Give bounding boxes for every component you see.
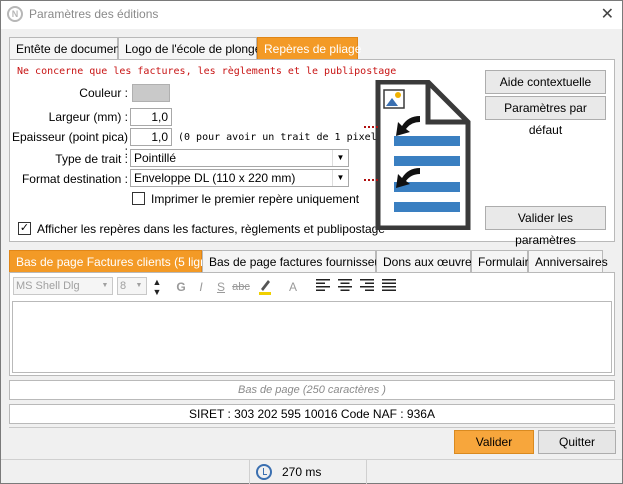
highlight-pen-icon[interactable] bbox=[255, 277, 275, 297]
largeur-label: Largeur (mm) : bbox=[48, 110, 128, 124]
rich-text-editor[interactable] bbox=[12, 301, 612, 373]
align-left-icon[interactable] bbox=[313, 277, 333, 297]
font-color-button[interactable]: A bbox=[283, 277, 303, 297]
type-trait-value: Pointillé bbox=[134, 151, 177, 165]
footer-text-field[interactable]: SIRET : 303 202 595 10016 Code NAF : 936… bbox=[9, 404, 615, 424]
format-toolbar: MS Shell Dlg ▼ 8 ▼ ▲ ▼ G I S abc A bbox=[11, 275, 613, 299]
underline-button[interactable]: S bbox=[211, 277, 231, 297]
status-time: 270 ms bbox=[282, 465, 322, 479]
valider-button[interactable]: Valider bbox=[454, 430, 534, 454]
strikethrough-button[interactable]: abc bbox=[231, 277, 251, 297]
font-size-value: 8 bbox=[120, 280, 127, 292]
tab-entete[interactable]: Entête de document bbox=[9, 37, 123, 59]
close-icon[interactable]: ✕ bbox=[601, 4, 614, 24]
tab-reperes-pliage[interactable]: Repères de pliage bbox=[257, 37, 361, 59]
chevron-down-icon: ▼ bbox=[332, 150, 348, 166]
epaisseur-input[interactable]: 1,0 bbox=[130, 128, 172, 146]
valider-parametres-button[interactable]: Valider les paramètres bbox=[485, 206, 606, 247]
divider bbox=[9, 427, 615, 428]
align-justify-icon[interactable] bbox=[379, 277, 399, 297]
premier-repere-label: Imprimer le premier repère uniquement bbox=[151, 192, 360, 206]
title-bar: N Paramètres des éditions ✕ bbox=[1, 1, 622, 29]
chevron-down-icon: ▼ bbox=[101, 282, 109, 289]
parametres-defaut-button[interactable]: Paramètres par défaut bbox=[485, 96, 606, 137]
type-trait-select[interactable]: Pointillé ▼ bbox=[130, 149, 349, 167]
tab-formulaire[interactable]: Formulaire bbox=[471, 250, 535, 272]
bold-button[interactable]: G bbox=[171, 277, 191, 297]
status-bar: 270 ms bbox=[1, 459, 622, 484]
type-trait-label: Type de trait : bbox=[55, 152, 128, 166]
font-size-select[interactable]: 8 ▼ bbox=[117, 277, 147, 295]
pliage-panel: Ne concerne que les factures, les règlem… bbox=[9, 59, 615, 247]
font-name-value: MS Shell Dlg bbox=[16, 280, 80, 292]
chevron-down-icon: ▼ bbox=[135, 282, 143, 289]
status-timing: 270 ms bbox=[249, 460, 367, 484]
font-size-spin-icon[interactable]: ▲ ▼ bbox=[151, 277, 163, 297]
tab-logo[interactable]: Logo de l'école de plongée bbox=[118, 37, 268, 59]
pliage-note: Ne concerne que les factures, les règlem… bbox=[17, 66, 397, 77]
clock-icon bbox=[256, 464, 272, 480]
tab-bas-page-clients[interactable]: Bas de page Factures clients (5 lignes) bbox=[9, 250, 223, 272]
aide-contextuelle-button[interactable]: Aide contextuelle bbox=[485, 70, 606, 94]
format-destination-label: Format destination : bbox=[21, 172, 128, 186]
tab-bas-page-fournisseurs[interactable]: Bas de page factures fournisseurs bbox=[202, 250, 391, 272]
settings-window: N Paramètres des éditions ✕ Entête de do… bbox=[0, 0, 623, 484]
tab-anniversaires[interactable]: Anniversaires bbox=[528, 250, 608, 272]
italic-button[interactable]: I bbox=[191, 277, 211, 297]
format-destination-select[interactable]: Enveloppe DL (110 x 220 mm) ▼ bbox=[130, 169, 349, 187]
align-right-icon[interactable] bbox=[357, 277, 377, 297]
premier-repere-checkbox[interactable] bbox=[132, 192, 145, 205]
afficher-reperes-label: Afficher les repères dans les factures, … bbox=[37, 222, 385, 236]
largeur-input[interactable]: 1,0 bbox=[130, 108, 172, 126]
tab-dons-oeuvres[interactable]: Dons aux œuvres bbox=[376, 250, 478, 272]
app-logo-icon: N bbox=[7, 6, 23, 22]
chevron-down-icon: ▼ bbox=[332, 170, 348, 186]
couleur-swatch[interactable] bbox=[132, 84, 170, 102]
bas-page-panel: MS Shell Dlg ▼ 8 ▼ ▲ ▼ G I S abc A bbox=[9, 272, 615, 376]
folded-document-icon bbox=[364, 80, 471, 230]
format-destination-value: Enveloppe DL (110 x 220 mm) bbox=[134, 171, 296, 185]
window-title: Paramètres des éditions bbox=[29, 7, 159, 21]
align-center-icon[interactable] bbox=[335, 277, 355, 297]
font-name-select[interactable]: MS Shell Dlg ▼ bbox=[13, 277, 113, 295]
quitter-button[interactable]: Quitter bbox=[538, 430, 616, 454]
epaisseur-hint: (0 pour avoir un trait de 1 pixel) bbox=[178, 132, 383, 143]
footer-caption: Bas de page (250 caractères ) bbox=[9, 380, 615, 400]
afficher-reperes-checkbox[interactable]: ✓ bbox=[18, 222, 31, 235]
couleur-label: Couleur : bbox=[79, 86, 128, 100]
